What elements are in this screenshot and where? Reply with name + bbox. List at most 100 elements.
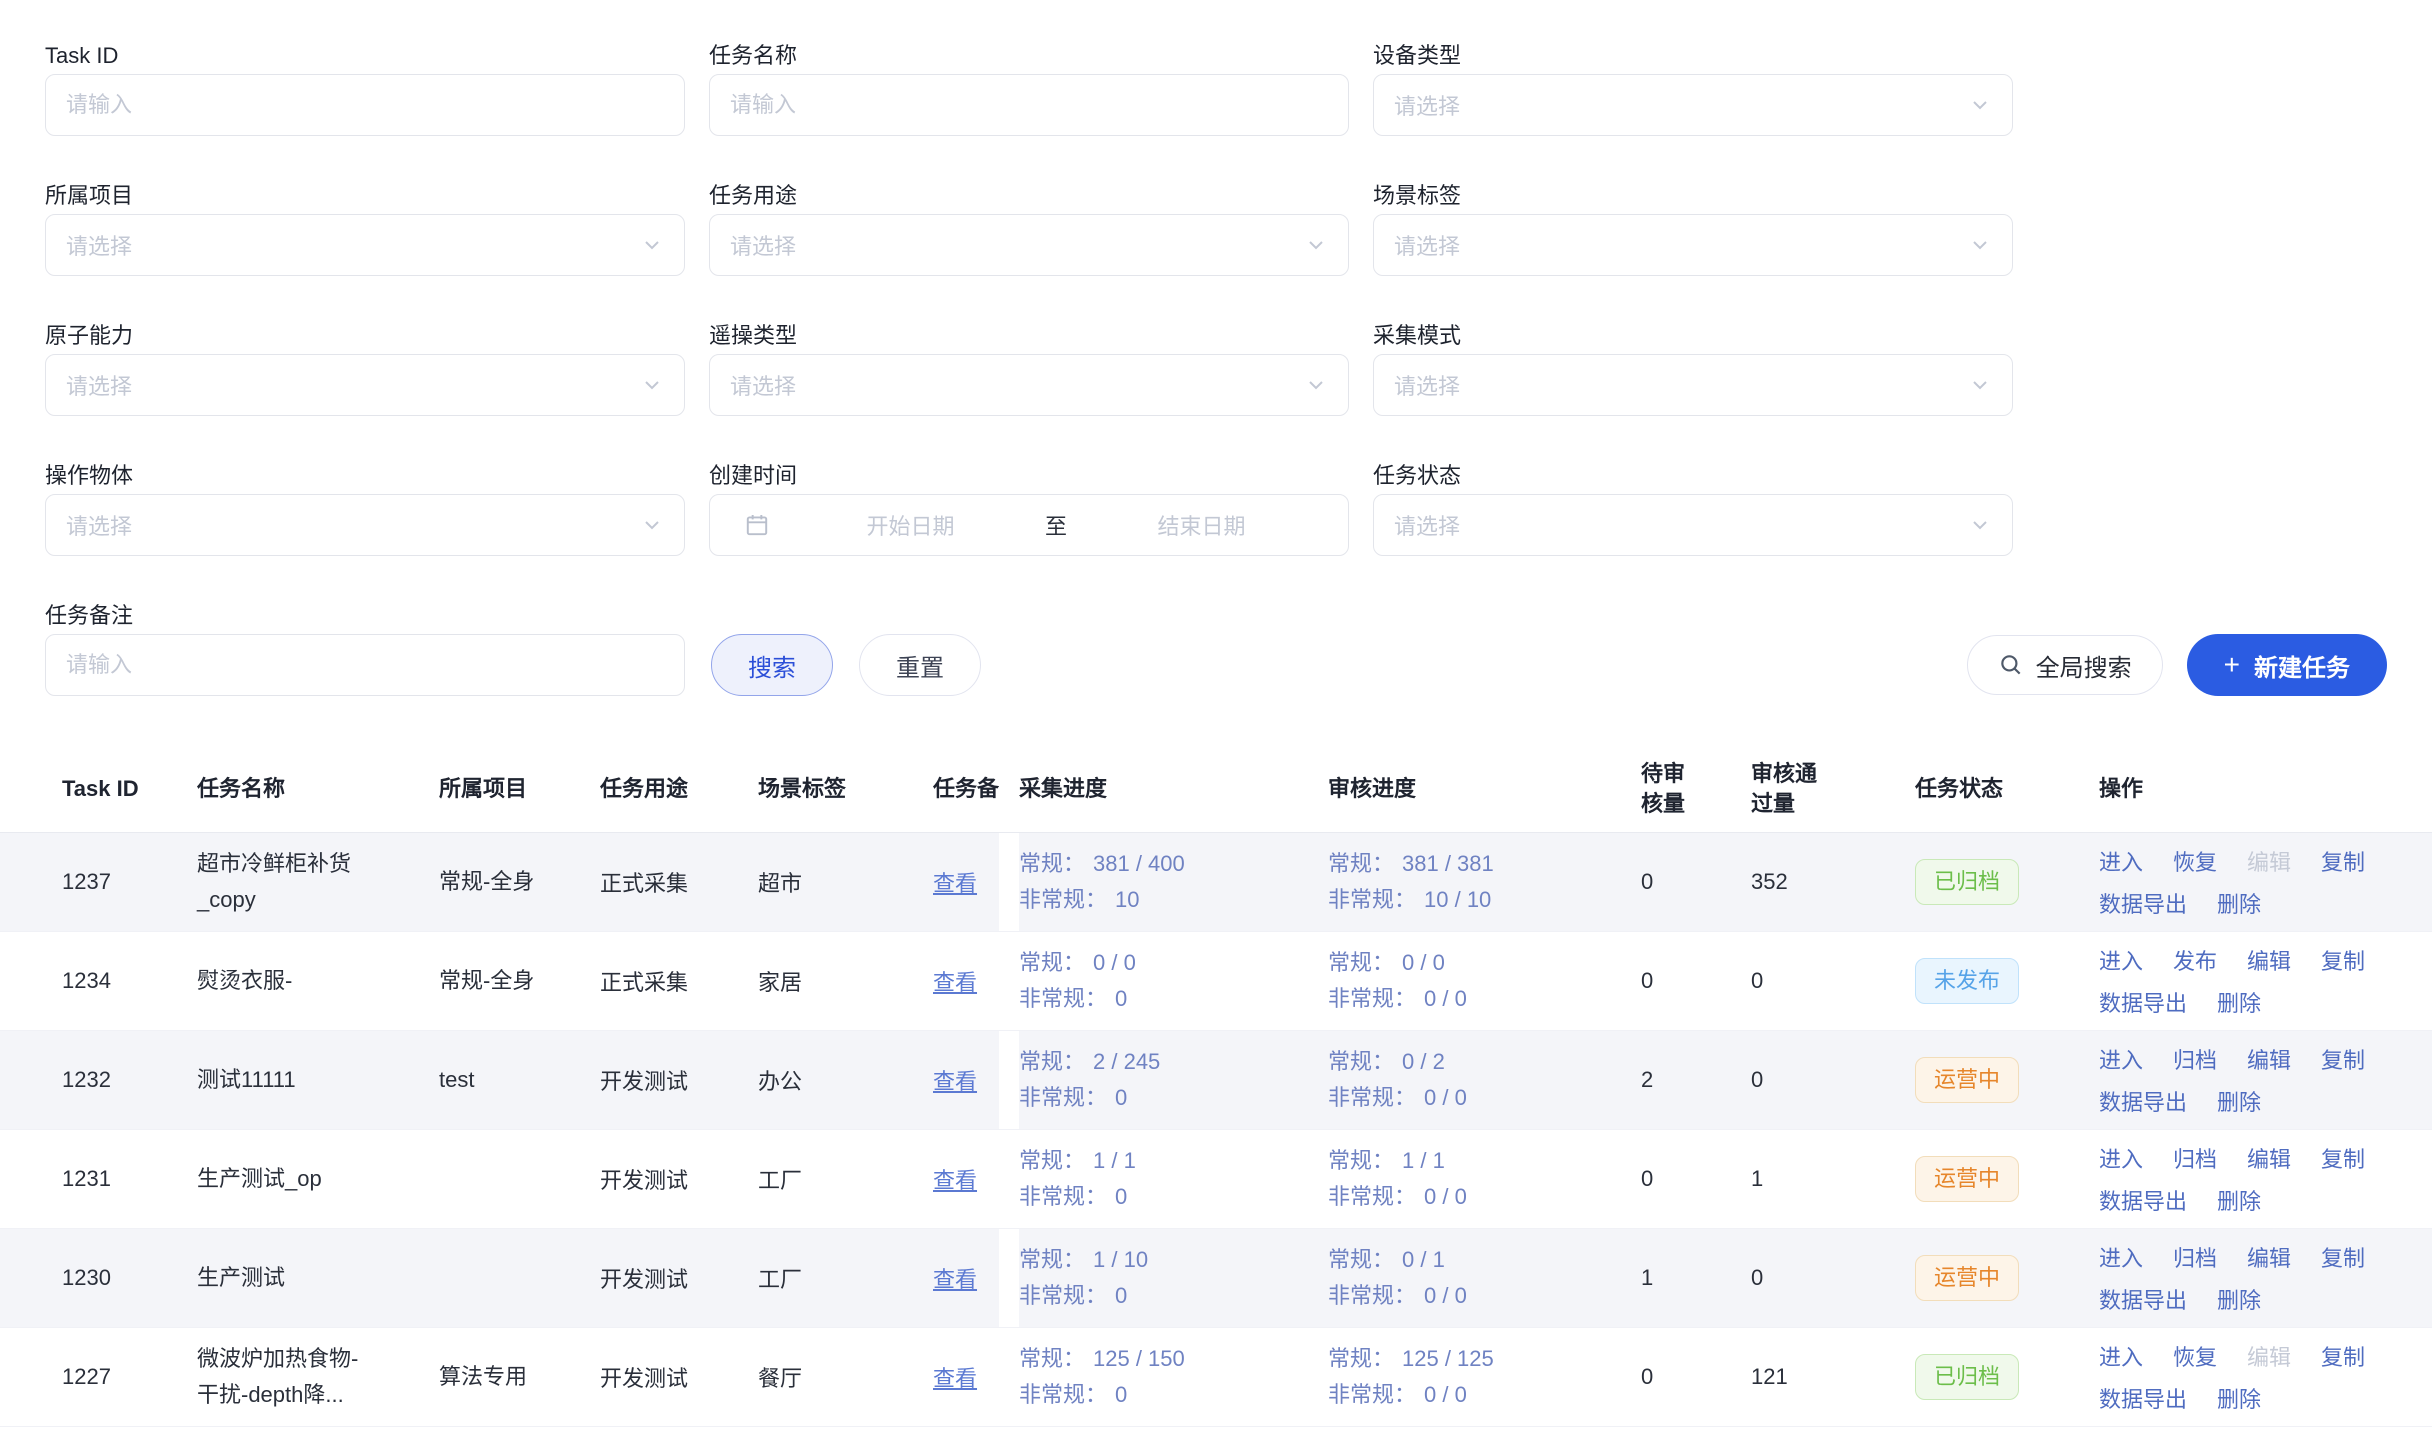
action-enter[interactable]: 进入 xyxy=(2099,1340,2143,1372)
action-copy[interactable]: 复制 xyxy=(2321,944,2365,976)
atomic-ability-select[interactable]: 请选择 xyxy=(45,354,685,416)
cell-operations: 进入 发布 编辑 复制 数据导出 删除 xyxy=(2099,932,2432,1031)
search-button[interactable]: 搜索 xyxy=(711,634,833,696)
search-icon xyxy=(1998,652,2024,678)
purpose-select[interactable]: 请选择 xyxy=(709,214,1349,276)
header-project: 所属项目 xyxy=(439,746,600,833)
filter-field-project: 所属项目 请选择 xyxy=(45,182,685,276)
task-name-input[interactable] xyxy=(709,74,1349,136)
action-enter[interactable]: 进入 xyxy=(2099,1142,2143,1174)
action-export[interactable]: 数据导出 xyxy=(2099,1283,2187,1315)
action-delete[interactable]: 删除 xyxy=(2217,1382,2261,1414)
filter-actions-row: 任务备注 搜索 重置 全局搜索 + 新建任务 xyxy=(45,602,2387,696)
create-task-button[interactable]: + 新建任务 xyxy=(2187,634,2387,696)
action-copy[interactable]: 复制 xyxy=(2321,1241,2365,1273)
toolbar-right: 全局搜索 + 新建任务 xyxy=(1967,634,2387,696)
cell-task-name: 生产测试 xyxy=(197,1229,439,1328)
cell-task-id: 1232 xyxy=(0,1031,197,1130)
fixed-column-divider xyxy=(999,833,1019,932)
action-delete[interactable]: 删除 xyxy=(2217,1085,2261,1117)
view-remark-link[interactable]: 查看 xyxy=(933,1069,977,1094)
cell-collect-progress: 常规：2 / 245 非常规：0 xyxy=(1019,1031,1328,1130)
action-edit[interactable]: 编辑 xyxy=(2247,1340,2291,1372)
action-enter[interactable]: 进入 xyxy=(2099,1241,2143,1273)
action-archive[interactable]: 归档 xyxy=(2173,1241,2217,1273)
action-enter[interactable]: 进入 xyxy=(2099,944,2143,976)
date-range-picker[interactable]: 开始日期 至 结束日期 xyxy=(709,494,1349,556)
action-delete[interactable]: 删除 xyxy=(2217,887,2261,919)
action-enter[interactable]: 进入 xyxy=(2099,845,2143,877)
cell-task-name: 超市冷鲜柜补货_copy xyxy=(197,833,439,932)
action-export[interactable]: 数据导出 xyxy=(2099,887,2187,919)
operate-object-select[interactable]: 请选择 xyxy=(45,494,685,556)
filter-label-task-status: 任务状态 xyxy=(1373,462,2013,490)
action-copy[interactable]: 复制 xyxy=(2321,1043,2365,1075)
action-export[interactable]: 数据导出 xyxy=(2099,1085,2187,1117)
action-publish[interactable]: 发布 xyxy=(2173,944,2217,976)
action-edit[interactable]: 编辑 xyxy=(2247,944,2291,976)
action-restore[interactable]: 恢复 xyxy=(2173,1340,2217,1372)
date-start-placeholder[interactable]: 开始日期 xyxy=(784,509,1037,541)
action-edit[interactable]: 编辑 xyxy=(2247,1043,2291,1075)
task-id-input[interactable] xyxy=(45,74,685,136)
cell-scene: 办公 xyxy=(758,1031,921,1130)
date-end-placeholder[interactable]: 结束日期 xyxy=(1075,509,1328,541)
cell-review-progress: 常规：0 / 1 非常规：0 / 0 xyxy=(1328,1229,1641,1328)
table-row: 1227 微波炉加热食物-干扰-depth降... 算法专用 开发测试 餐厅 查… xyxy=(0,1328,2432,1427)
action-edit[interactable]: 编辑 xyxy=(2247,1142,2291,1174)
filter-field-task-status: 任务状态 请选择 xyxy=(1373,462,2013,556)
project-select[interactable]: 请选择 xyxy=(45,214,685,276)
cell-remark: 查看 xyxy=(921,1031,999,1130)
task-status-select[interactable]: 请选择 xyxy=(1373,494,2013,556)
status-badge: 未发布 xyxy=(1915,958,2019,1004)
status-badge: 已归档 xyxy=(1915,1354,2019,1400)
action-copy[interactable]: 复制 xyxy=(2321,845,2365,877)
filter-field-purpose: 任务用途 请选择 xyxy=(709,182,1349,276)
header-task-status: 任务状态 xyxy=(1915,746,2099,833)
filter-field-task-remark: 任务备注 xyxy=(45,602,685,696)
cell-scene: 超市 xyxy=(758,833,921,932)
action-export[interactable]: 数据导出 xyxy=(2099,986,2187,1018)
action-copy[interactable]: 复制 xyxy=(2321,1340,2365,1372)
view-remark-link[interactable]: 查看 xyxy=(933,871,977,896)
action-edit[interactable]: 编辑 xyxy=(2247,1241,2291,1273)
collect-mode-select[interactable]: 请选择 xyxy=(1373,354,2013,416)
fixed-column-divider xyxy=(999,1328,1019,1427)
view-remark-link[interactable]: 查看 xyxy=(933,1366,977,1391)
cell-approved-count: 0 xyxy=(1751,1031,1915,1130)
action-edit[interactable]: 编辑 xyxy=(2247,845,2291,877)
view-remark-link[interactable]: 查看 xyxy=(933,970,977,995)
view-remark-link[interactable]: 查看 xyxy=(933,1168,977,1193)
global-search-button[interactable]: 全局搜索 xyxy=(1967,635,2163,695)
cell-task-id: 1227 xyxy=(0,1328,197,1427)
cell-collect-progress: 常规：1 / 1 非常规：0 xyxy=(1019,1130,1328,1229)
action-copy[interactable]: 复制 xyxy=(2321,1142,2365,1174)
chevron-down-icon xyxy=(1304,233,1328,257)
plus-icon: + xyxy=(2224,651,2240,679)
view-remark-link[interactable]: 查看 xyxy=(933,1267,977,1292)
cell-review-progress: 常规：125 / 125 非常规：0 / 0 xyxy=(1328,1328,1641,1427)
action-delete[interactable]: 删除 xyxy=(2217,986,2261,1018)
action-delete[interactable]: 删除 xyxy=(2217,1184,2261,1216)
cell-operations: 进入 恢复 编辑 复制 数据导出 删除 xyxy=(2099,833,2432,932)
reset-button[interactable]: 重置 xyxy=(859,634,981,696)
action-export[interactable]: 数据导出 xyxy=(2099,1382,2187,1414)
action-delete[interactable]: 删除 xyxy=(2217,1283,2261,1315)
action-archive[interactable]: 归档 xyxy=(2173,1142,2217,1174)
cell-approved-count: 121 xyxy=(1751,1328,1915,1427)
table-header-row: Task ID 任务名称 所属项目 任务用途 场景标签 任务备注 采集进度 审核… xyxy=(0,746,2432,833)
chevron-down-icon xyxy=(640,233,664,257)
action-restore[interactable]: 恢复 xyxy=(2173,845,2217,877)
action-archive[interactable]: 归档 xyxy=(2173,1043,2217,1075)
table-row: 1230 生产测试 开发测试 工厂 查看 常规：1 / 10 非常规：0 常规：… xyxy=(0,1229,2432,1328)
action-export[interactable]: 数据导出 xyxy=(2099,1184,2187,1216)
action-enter[interactable]: 进入 xyxy=(2099,1043,2143,1075)
filter-field-task-name: 任务名称 xyxy=(709,42,1349,136)
filter-label-teleop-type: 遥操类型 xyxy=(709,322,1349,350)
filter-field-create-time: 创建时间 开始日期 至 结束日期 xyxy=(709,462,1349,556)
teleop-type-select[interactable]: 请选择 xyxy=(709,354,1349,416)
header-approved-count: 审核通过量 xyxy=(1751,746,1915,833)
task-remark-input[interactable] xyxy=(45,634,685,696)
device-type-select[interactable]: 请选择 xyxy=(1373,74,2013,136)
scene-tag-select[interactable]: 请选择 xyxy=(1373,214,2013,276)
